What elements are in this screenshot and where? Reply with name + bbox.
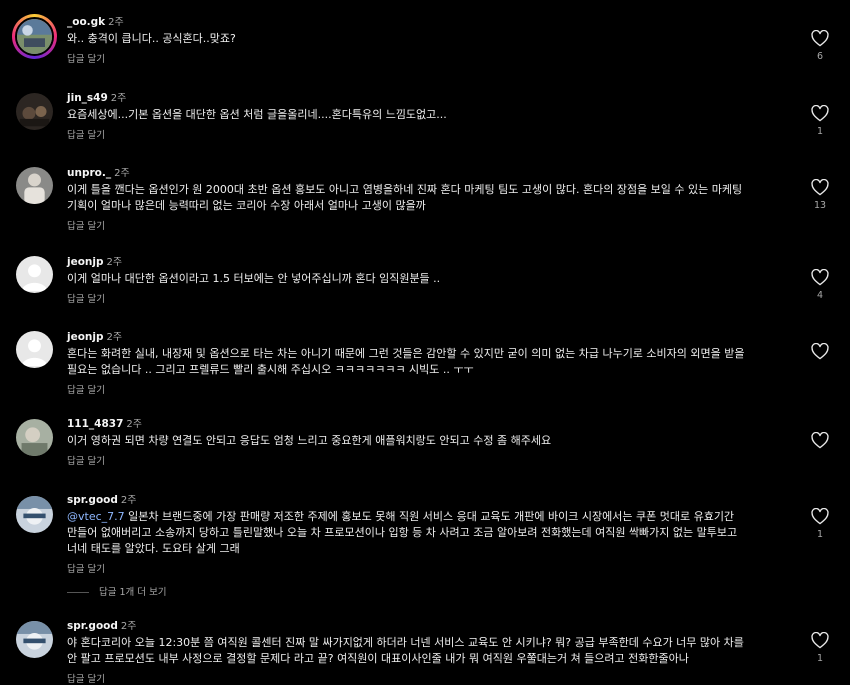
heart-outline-icon[interactable]	[811, 632, 829, 649]
reply-button[interactable]: 답글 달기	[67, 563, 105, 577]
avatar[interactable]	[16, 256, 53, 293]
like-area: 6	[810, 30, 830, 62]
heart-outline-icon[interactable]	[811, 179, 829, 196]
comment-time: 2주	[114, 168, 130, 179]
reply-button[interactable]: 답글 달기	[67, 129, 105, 143]
avatar[interactable]	[16, 93, 53, 130]
comment-text: 이게 틀을 깬다는 옵션인가 원 2000대 초반 옵션 홍보도 아니고 염병을…	[67, 182, 790, 214]
comment-username[interactable]: _oo.gk	[67, 16, 105, 28]
comment-line: 요즘세상에...기본 옵션을 대단한 옵션 처럼 글을올리네....혼다특유의 …	[67, 108, 447, 121]
comment-text: 이거 영하권 되면 차량 연결도 안되고 응답도 엄청 느리고 중요한게 애플워…	[67, 433, 790, 449]
heart-outline-icon[interactable]	[811, 269, 829, 286]
comment-time: 2주	[108, 17, 124, 28]
heart-outline-icon[interactable]	[811, 343, 829, 360]
comment-text: 요즘세상에...기본 옵션을 대단한 옵션 처럼 글을올리네....혼다특유의 …	[67, 107, 790, 123]
like-area: 13	[810, 179, 830, 211]
heart-outline-icon[interactable]	[811, 432, 829, 449]
like-count: 1	[816, 126, 824, 137]
like-area	[810, 432, 830, 453]
like-area: 1	[810, 508, 830, 540]
like-count: 1	[816, 529, 824, 540]
comments-panel: _oo.gk 2주 와.. 충격이 큽니다.. 공식혼다..맞죠? 답글 달기 6…	[0, 0, 850, 685]
reply-button[interactable]: 답글 달기	[67, 293, 105, 307]
comment-line: 이거 영하권 되면 차량 연결도 안되고 응답도 엄청 느리고 중요한게 애플워…	[67, 434, 552, 447]
comment-time: 2주	[120, 621, 137, 632]
comment-time: 2주	[110, 93, 127, 104]
like-area: 1	[810, 105, 830, 137]
avatar[interactable]	[16, 621, 53, 658]
like-area: 1	[810, 632, 830, 664]
heart-outline-icon[interactable]	[811, 105, 829, 122]
comment-text: @vtec_7.7 일본차 브랜드중에 가장 판매량 저조한 주제에 홍보도 못…	[67, 509, 790, 557]
reply-button[interactable]: 답글 달기	[67, 220, 105, 234]
comment-username[interactable]: spr.good	[67, 620, 118, 632]
comment-text: 이게 얼마나 대단한 옵션이라고 1.5 터보에는 안 넣어주십니까 혼다 임직…	[67, 271, 790, 287]
comment-text: 혼다는 화려한 실내, 내장재 및 옵션으로 타는 차는 아니기 때문에 그런 …	[67, 346, 790, 378]
view-more-replies-button[interactable]: 답글 1개 더 보기	[67, 586, 167, 600]
reply-button[interactable]: 답글 달기	[67, 384, 105, 398]
mention-link[interactable]: @vtec_7.7	[67, 510, 125, 523]
like-count: 1	[816, 653, 824, 664]
reply-button[interactable]: 답글 달기	[67, 53, 105, 67]
comment-time: 2주	[120, 495, 137, 506]
comment-line: 기획이 얼마나 많은데 능력따리 없는 코리아 수장 아래서 얼마나 고생이 많…	[67, 199, 426, 212]
reply-button[interactable]: 답글 달기	[67, 455, 105, 469]
comment-line: 만들어 없애버리고 소송까지 당하고 틀린말했나 오늘 차 프로모션이나 입항 …	[67, 526, 738, 539]
comment-line: 혼다는 화려한 실내, 내장재 및 옵션으로 타는 차는 아니기 때문에 그런 …	[67, 347, 745, 360]
like-count: 6	[816, 51, 824, 62]
comment-line: @vtec_7.7 일본차 브랜드중에 가장 판매량 저조한 주제에 홍보도 못…	[67, 509, 790, 525]
comment-line-text: 일본차 브랜드중에 가장 판매량 저조한 주제에 홍보도 못해 직원 서비스 응…	[124, 510, 735, 523]
comment-line: 이게 틀을 깬다는 옵션인가 원 2000대 초반 옵션 홍보도 아니고 염병을…	[67, 183, 743, 196]
avatar[interactable]	[16, 331, 53, 368]
comment-username[interactable]: spr.good	[67, 494, 118, 506]
comment-line: 너네 태도를 알았다. 도요타 살게 그래	[67, 542, 240, 555]
comment-text: 야 혼다코리아 오늘 12:30분 쯤 여직원 콜센터 진짜 말 싸가지없게 하…	[67, 635, 790, 667]
comment-username[interactable]: unpro._	[67, 167, 111, 179]
divider	[67, 592, 89, 593]
comment-line: 필요는 없습니다 .. 그리고 프렐류드 빨리 출시해 주십시오 ㅋㅋㅋㅋㅋㅋㅋ…	[67, 363, 474, 376]
comment-text: 와.. 충격이 큽니다.. 공식혼다..맞죠?	[67, 31, 790, 47]
comment-time: 2주	[126, 419, 142, 430]
heart-outline-icon[interactable]	[811, 30, 829, 47]
like-area	[810, 343, 830, 364]
comment-line: 와.. 충격이 큽니다.. 공식혼다..맞죠?	[67, 32, 236, 45]
reply-button[interactable]: 답글 달기	[67, 673, 105, 685]
comment-username[interactable]: jin_s49	[67, 92, 108, 104]
comment-time: 2주	[106, 332, 123, 343]
heart-outline-icon[interactable]	[811, 508, 829, 525]
comment-line: 안 팔고 프로모션도 내부 사정으로 결정할 문제다 라고 끝? 여직원이 대표…	[67, 652, 689, 665]
like-count: 4	[816, 290, 824, 301]
comment-line: 이게 얼마나 대단한 옵션이라고 1.5 터보에는 안 넣어주십니까 혼다 임직…	[67, 272, 441, 285]
comment-time: 2주	[106, 257, 123, 268]
comment-line: 야 혼다코리아 오늘 12:30분 쯤 여직원 콜센터 진짜 말 싸가지없게 하…	[67, 636, 744, 649]
comment-username[interactable]: jeonjp	[67, 331, 104, 343]
avatar[interactable]	[16, 496, 53, 533]
avatar[interactable]	[16, 419, 53, 456]
comment-username[interactable]: jeonjp	[67, 256, 104, 268]
like-count: 13	[813, 200, 827, 211]
avatar[interactable]	[16, 167, 53, 204]
like-area: 4	[810, 269, 830, 301]
view-more-replies-label: 답글 1개 더 보기	[99, 587, 167, 598]
comment-username[interactable]: 111_4837	[67, 418, 123, 430]
avatar[interactable]	[12, 14, 57, 59]
